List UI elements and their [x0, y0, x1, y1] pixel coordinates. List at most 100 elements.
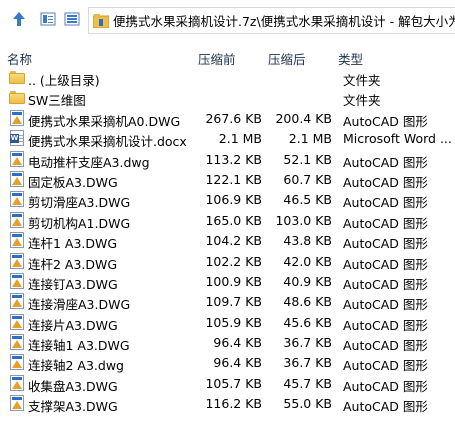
file-size-after: 45.7 KB [283, 375, 332, 391]
file-type: AutoCAD 图形 [343, 215, 428, 231]
column-header: 名称 压缩前 压缩后 类型 [0, 46, 455, 68]
file-type: AutoCAD 图形 [343, 399, 428, 415]
file-size-before: 113.2 KB [205, 151, 262, 167]
dwg-file-icon [9, 334, 25, 351]
list-item[interactable]: 连接轴1 A3.DWG 96.4 KB 36.7 KB AutoCAD 图形 [0, 332, 455, 354]
file-size-after: 103.0 KB [275, 212, 332, 228]
file-type: AutoCAD 图形 [343, 358, 428, 374]
file-name: 剪切滑座A3.DWG [28, 195, 131, 211]
file-size-after: 40.9 KB [283, 273, 332, 289]
file-name: 连接轴1 A3.DWG [28, 338, 130, 354]
list-item[interactable]: 便携式水果采摘机A0.DWG 267.6 KB 200.4 KB AutoCAD 图形 [0, 108, 455, 129]
file-size-before: 116.2 KB [205, 396, 262, 412]
file-type: AutoCAD 图形 [343, 256, 428, 272]
file-type: AutoCAD 图形 [343, 174, 428, 190]
file-name: .. (上级目录) [28, 73, 100, 88]
file-name: 连接轴2 A3.dwg [28, 358, 124, 374]
file-name: 支撑架A3.DWG [28, 399, 118, 415]
file-name: 电动推杆支座A3.dwg [28, 154, 150, 170]
file-size-before: 105.9 KB [205, 314, 262, 330]
dwg-file-icon [9, 211, 25, 228]
file-name: SW三维图 [28, 93, 86, 109]
dwg-file-icon [9, 150, 25, 167]
dwg-file-icon [9, 395, 25, 412]
file-size-after: 55.0 KB [283, 396, 332, 412]
file-size-after: 200.4 KB [275, 110, 332, 126]
file-list: .. (上级目录) 文件夹 SW三维图 文件夹便携式水果采摘机A0.DWG 267.6 … [0, 67, 455, 414]
address-text: 便携式水果采摘机设计.7z\便携式水果采摘机设计 - 解包大小为 [113, 14, 455, 29]
dwg-file-icon [9, 354, 25, 371]
column-header-size-after[interactable]: 压缩后 [268, 49, 306, 68]
file-type: AutoCAD 图形 [343, 338, 428, 354]
column-header-name[interactable]: 名称 [7, 49, 32, 68]
list-item[interactable]: 支撑架A3.DWG 116.2 KB 55.0 KB AutoCAD 图形 [0, 393, 455, 415]
list-icon[interactable] [62, 9, 82, 29]
file-name: 连杆1 A3.DWG [28, 236, 118, 252]
dwg-file-icon [9, 109, 25, 126]
list-item[interactable]: SW三维图 文件夹 [0, 87, 455, 109]
file-name: 连接钉A3.DWG [28, 276, 118, 292]
file-type: AutoCAD 图形 [343, 276, 428, 292]
dwg-file-icon [9, 313, 25, 330]
file-size-after: 52.1 KB [283, 151, 332, 167]
list-item[interactable]: 剪切机构A1.DWG 165.0 KB 103.0 KB AutoCAD 图形 [0, 210, 455, 231]
view-icon[interactable] [38, 9, 58, 29]
folder-icon [9, 89, 25, 105]
file-size-after: 60.7 KB [283, 171, 332, 187]
up-arrow-icon[interactable] [9, 9, 29, 29]
file-name: 连杆2 A3.DWG [28, 256, 118, 272]
list-item[interactable]: 固定板A3.DWG 122.1 KB 60.7 KB AutoCAD 图形 [0, 169, 455, 190]
list-item[interactable]: 连接滑座A3.DWG 109.7 KB 48.6 KB AutoCAD 图形 [0, 291, 455, 313]
list-item[interactable]: 连杆2 A3.DWG 102.2 KB 42.0 KB AutoCAD 图形 [0, 251, 455, 272]
file-type: AutoCAD 图形 [343, 297, 428, 313]
file-type: 文件夹 [343, 73, 381, 88]
list-item[interactable]: .. (上级目录) 文件夹 [0, 67, 455, 88]
file-size-before: 109.7 KB [205, 294, 262, 310]
dwg-file-icon [9, 232, 25, 249]
file-size-after: 43.8 KB [283, 233, 332, 249]
folder-icon [9, 69, 25, 85]
file-size-before: 96.4 KB [213, 335, 262, 351]
column-header-type[interactable]: 类型 [338, 49, 363, 68]
list-item[interactable]: 收集盘A3.DWG 105.7 KB 45.7 KB AutoCAD 图形 [0, 373, 455, 394]
file-size-before: 100.9 KB [205, 273, 262, 289]
file-size-before: 165.0 KB [205, 212, 262, 228]
file-size-before: 106.9 KB [205, 192, 262, 208]
file-size-before: 105.7 KB [205, 375, 262, 391]
file-size-after: 46.5 KB [283, 192, 332, 208]
file-size-after: 2.1 MB [288, 131, 332, 147]
dwg-file-icon [9, 272, 25, 289]
file-size-after: 36.7 KB [283, 355, 332, 371]
list-item[interactable]: 连接片A3.DWG 105.9 KB 45.6 KB AutoCAD 图形 [0, 312, 455, 333]
file-type: AutoCAD 图形 [343, 113, 428, 129]
column-header-size-before[interactable]: 压缩前 [198, 49, 236, 68]
file-size-before: 122.1 KB [205, 171, 262, 187]
file-size-after: 42.0 KB [283, 253, 332, 269]
file-name: 连接滑座A3.DWG [28, 297, 131, 313]
address-bar[interactable]: 便携式水果采摘机设计.7z\便携式水果采摘机设计 - 解包大小为 [88, 7, 455, 34]
file-type: AutoCAD 图形 [343, 154, 428, 170]
file-name: 连接片A3.DWG [28, 317, 118, 333]
file-name: 便携式水果采摘机A0.DWG [28, 113, 181, 129]
file-type: 文件夹 [343, 93, 381, 109]
file-type: AutoCAD 图形 [343, 236, 428, 252]
toolbar: 便携式水果采摘机设计.7z\便携式水果采摘机设计 - 解包大小为 [0, 0, 455, 40]
file-size-before: 104.2 KB [205, 233, 262, 249]
dwg-file-icon [9, 170, 25, 187]
list-item[interactable]: 电动推杆支座A3.dwg 113.2 KB 52.1 KB AutoCAD 图形 [0, 149, 455, 170]
file-size-before: 267.6 KB [205, 110, 262, 126]
list-item[interactable]: 连接钉A3.DWG 100.9 KB 40.9 KB AutoCAD 图形 [0, 271, 455, 292]
list-item[interactable]: W 便携式水果采摘机设计.docx 2.1 MB 2.1 MB Microsoft Wo… [0, 128, 455, 150]
file-size-before: 2.1 MB [218, 131, 262, 147]
dwg-file-icon [9, 252, 25, 269]
list-item[interactable]: 剪切滑座A3.DWG 106.9 KB 46.5 KB AutoCAD 图形 [0, 189, 455, 211]
list-item[interactable]: 连杆1 A3.DWG 104.2 KB 43.8 KB AutoCAD 图形 [0, 230, 455, 252]
file-name: 收集盘A3.DWG [28, 378, 118, 394]
list-item[interactable]: 连接轴2 A3.dwg 96.4 KB 36.7 KB AutoCAD 图形 [0, 352, 455, 374]
file-name: 剪切机构A1.DWG [28, 215, 131, 231]
file-type: Microsoft Word ... [343, 131, 452, 147]
dwg-file-icon [9, 374, 25, 391]
dwg-file-icon [9, 191, 25, 208]
file-name: 便携式水果采摘机设计.docx [28, 134, 187, 150]
file-size-before: 102.2 KB [205, 253, 262, 269]
